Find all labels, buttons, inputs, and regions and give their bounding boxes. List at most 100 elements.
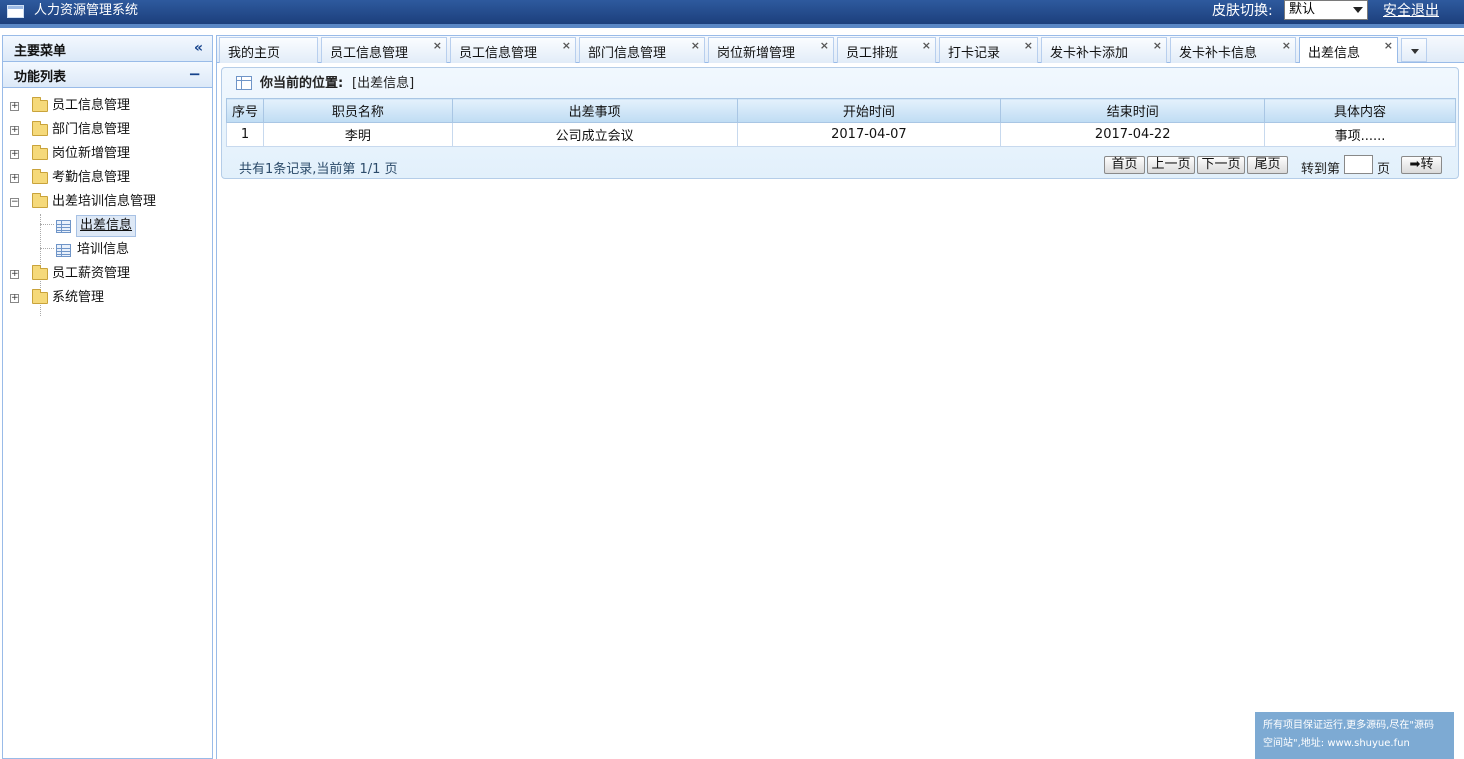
- table-row[interactable]: 1 李明 公司成立会议 2017-04-07 2017-04-22 事项....…: [226, 122, 1456, 147]
- tab-clock-records[interactable]: 打卡记录 ×: [939, 37, 1038, 63]
- tab-employee-info-1[interactable]: 员工信息管理 ×: [321, 37, 447, 63]
- table-cell: 2017-04-07: [736, 122, 1002, 147]
- table-cell: 2017-04-22: [1000, 122, 1266, 147]
- folder-icon: [32, 97, 48, 112]
- close-icon[interactable]: ×: [562, 39, 571, 52]
- prev-page-button[interactable]: 上一页: [1147, 156, 1195, 174]
- next-page-button[interactable]: 下一页: [1197, 156, 1245, 174]
- sidebar-item-label: 出差培训信息管理: [52, 194, 157, 209]
- folder-icon: [32, 289, 48, 304]
- sidebar-item-label: 系统管理: [52, 290, 105, 305]
- sidebar-subitem-training-info[interactable]: 培训信息: [3, 238, 212, 262]
- sidebar-item-salary[interactable]: + 员工薪资管理: [3, 262, 212, 286]
- app-window-icon: [7, 5, 24, 18]
- trip-table: 序号 职员名称 出差事项 开始时间 结束时间 具体内容 1 李明 公司成立会议 …: [226, 98, 1456, 147]
- close-icon[interactable]: ×: [691, 39, 700, 52]
- expand-plus-icon[interactable]: +: [10, 102, 19, 111]
- tab-label: 出差信息: [1308, 46, 1361, 61]
- tab-label: 员工排班: [846, 46, 899, 61]
- tab-label: 员工信息管理: [330, 46, 409, 61]
- sidebar-subitem-trip-info[interactable]: 出差信息: [3, 214, 212, 238]
- function-list-title: 功能列表: [14, 70, 67, 85]
- go-button[interactable]: ➡转: [1401, 156, 1442, 174]
- sidebar-item-attendance[interactable]: + 考勤信息管理: [3, 166, 212, 190]
- sidebar-subitem-label[interactable]: 出差信息: [76, 215, 137, 237]
- tab-label: 部门信息管理: [588, 46, 667, 61]
- close-icon[interactable]: ×: [922, 39, 931, 52]
- location-label: 你当前的位置:: [260, 76, 344, 91]
- folder-icon: [32, 265, 48, 280]
- source-notice: 所有项目保证运行,更多源码,尽在"源码 空间站",地址: www.shuyue.…: [1255, 712, 1454, 759]
- column-header: 职员名称: [262, 98, 453, 123]
- last-page-button[interactable]: 尾页: [1247, 156, 1288, 174]
- trip-info-panel: 你当前的位置: [出差信息] 序号 职员名称 出差事项 开始时间 结束时间 具体…: [221, 67, 1459, 179]
- double-chevron-left-icon[interactable]: «: [194, 40, 203, 56]
- sidebar-item-label: 员工薪资管理: [52, 266, 131, 281]
- expand-plus-icon[interactable]: +: [10, 174, 19, 183]
- tab-list-dropdown[interactable]: [1401, 38, 1427, 62]
- skin-switch-label: 皮肤切换:: [1212, 3, 1273, 19]
- sidebar-subitem-label[interactable]: 培训信息: [77, 238, 129, 262]
- tab-label: 打卡记录: [948, 46, 1001, 61]
- tab-home[interactable]: 我的主页: [219, 37, 318, 63]
- tab-employee-info-2[interactable]: 员工信息管理 ×: [450, 37, 576, 63]
- close-icon[interactable]: ×: [1282, 39, 1291, 52]
- column-header: 具体内容: [1264, 98, 1456, 123]
- folder-icon: [32, 145, 48, 160]
- tab-department-info[interactable]: 部门信息管理 ×: [579, 37, 705, 63]
- main-content: 你当前的位置: [出差信息] 序号 职员名称 出差事项 开始时间 结束时间 具体…: [216, 63, 1464, 759]
- table-cell: 公司成立会议: [451, 122, 738, 147]
- close-icon[interactable]: ×: [1153, 39, 1162, 52]
- open-folder-icon: [32, 193, 48, 208]
- sidebar-item-label: 员工信息管理: [52, 98, 131, 113]
- chevron-down-icon: [1411, 49, 1419, 54]
- expand-plus-icon[interactable]: +: [10, 150, 19, 159]
- tab-position-add[interactable]: 岗位新增管理 ×: [708, 37, 834, 63]
- goto-page-input[interactable]: [1344, 155, 1373, 174]
- column-header: 结束时间: [1000, 98, 1266, 123]
- sidebar-item-employee-info[interactable]: + 员工信息管理: [3, 94, 212, 118]
- column-header: 序号: [226, 98, 264, 123]
- folder-icon: [32, 169, 48, 184]
- tab-card-add[interactable]: 发卡补卡添加 ×: [1041, 37, 1167, 63]
- tab-trip-info[interactable]: 出差信息 ×: [1299, 37, 1398, 64]
- column-header: 开始时间: [736, 98, 1002, 123]
- goto-suffix: 页: [1377, 162, 1391, 177]
- close-icon[interactable]: ×: [1384, 39, 1393, 52]
- expand-plus-icon[interactable]: +: [10, 270, 19, 279]
- tab-label: 发卡补卡添加: [1050, 46, 1129, 61]
- app-title: 人力资源管理系统: [34, 3, 139, 18]
- function-list-header[interactable]: 功能列表 −: [3, 62, 212, 88]
- sidebar-item-position-add[interactable]: + 岗位新增管理: [3, 142, 212, 166]
- skin-select-value: 默认: [1289, 2, 1316, 17]
- close-icon[interactable]: ×: [433, 39, 442, 52]
- top-header: 人力资源管理系统 皮肤切换: 默认 安全退出: [0, 0, 1464, 28]
- chevron-down-icon: [1353, 7, 1363, 13]
- sidebar-item-department-info[interactable]: + 部门信息管理: [3, 118, 212, 142]
- sidebar-item-trip-training[interactable]: − 出差培训信息管理: [3, 190, 212, 214]
- logout-link[interactable]: 安全退出: [1383, 2, 1439, 20]
- table-cell: 事项......: [1264, 122, 1456, 147]
- main-menu-title: 主要菜单: [14, 44, 67, 59]
- pager-info: 共有1条记录,当前第 1/1 页: [239, 162, 398, 177]
- notice-line: 空间站",地址: www.shuyue.fun: [1263, 738, 1410, 749]
- tab-card-info[interactable]: 发卡补卡信息 ×: [1170, 37, 1296, 63]
- tab-label: 发卡补卡信息: [1179, 46, 1258, 61]
- sidebar-item-label: 考勤信息管理: [52, 170, 131, 185]
- expand-plus-icon[interactable]: +: [10, 294, 19, 303]
- main-menu-header: 主要菜单 «: [3, 36, 212, 62]
- column-header: 出差事项: [451, 98, 738, 123]
- collapse-minus-icon[interactable]: −: [188, 66, 201, 82]
- goto-prefix: 转到第: [1301, 162, 1341, 177]
- collapse-minus-icon[interactable]: −: [10, 198, 19, 207]
- expand-plus-icon[interactable]: +: [10, 126, 19, 135]
- close-icon[interactable]: ×: [820, 39, 829, 52]
- tab-bar: 我的主页 员工信息管理 × 员工信息管理 × 部门信息管理 × 岗位新增管理 ×…: [216, 35, 1464, 64]
- first-page-button[interactable]: 首页: [1104, 156, 1145, 174]
- tab-employee-shift[interactable]: 员工排班 ×: [837, 37, 936, 63]
- location-value: [出差信息]: [352, 76, 415, 91]
- sidebar-item-system[interactable]: + 系统管理: [3, 286, 212, 310]
- skin-select[interactable]: 默认: [1284, 0, 1368, 20]
- table-cell: 李明: [262, 122, 453, 147]
- close-icon[interactable]: ×: [1024, 39, 1033, 52]
